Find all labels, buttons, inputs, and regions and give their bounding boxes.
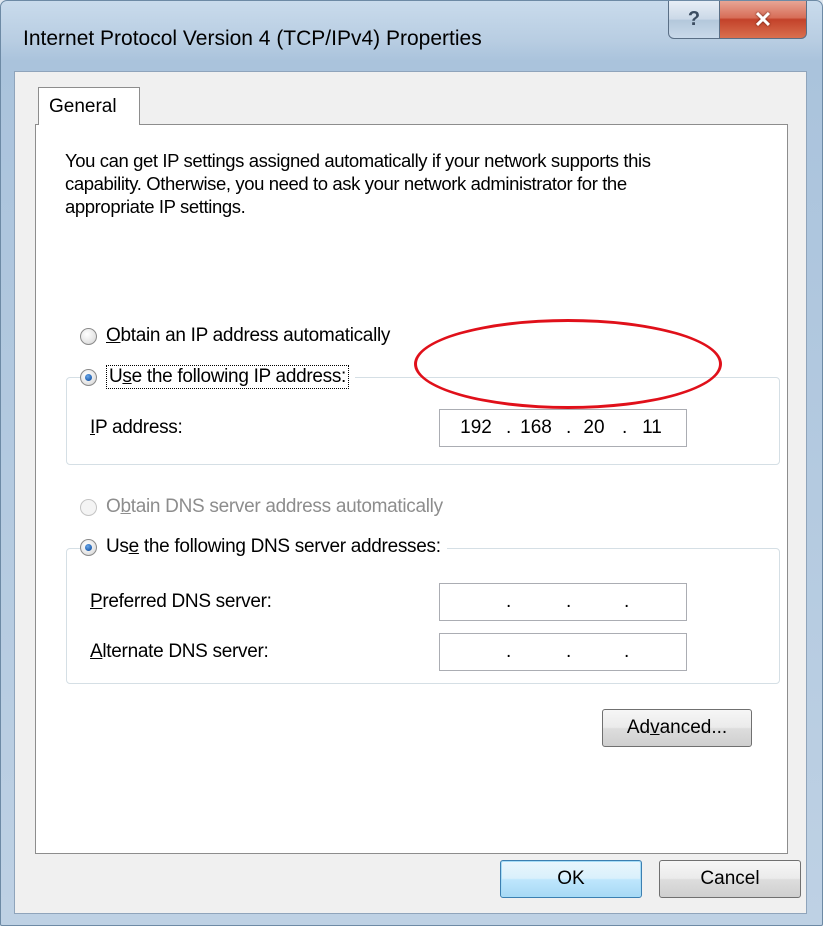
preferred-dns-field[interactable]: . . . xyxy=(439,583,687,621)
ip-octet-1[interactable]: 192 xyxy=(452,417,500,439)
advanced-button[interactable]: Ad v anced... xyxy=(602,709,752,747)
ip-address-field[interactable]: 192 . 168 . 20 . 11 xyxy=(439,409,687,447)
general-tab-panel: You can get IP settings assigned automat… xyxy=(35,124,788,854)
ip-dot: . xyxy=(506,417,512,438)
obtain-dns-auto-label: Obtain DNS server address automatically xyxy=(106,496,443,517)
radio-checked-icon xyxy=(80,538,97,556)
dialog-window: Internet Protocol Version 4 (TCP/IPv4) P… xyxy=(0,0,823,926)
radio-checked-icon xyxy=(80,368,97,386)
ip-dot: . xyxy=(506,641,512,662)
use-following-ip-radio[interactable]: Use the following IP address: xyxy=(80,365,356,389)
radio-unchecked-icon xyxy=(80,327,97,345)
ok-button[interactable]: OK xyxy=(500,860,642,898)
ip-dot: . xyxy=(624,641,630,662)
title-bar[interactable]: Internet Protocol Version 4 (TCP/IPv4) P… xyxy=(1,1,822,71)
ip-octet-3[interactable]: 20 xyxy=(574,417,614,439)
close-button[interactable]: ✕ xyxy=(719,1,807,39)
ip-dot: . xyxy=(506,591,512,612)
use-following-dns-label: Use the following DNS server addresses: xyxy=(106,536,441,557)
obtain-ip-auto-radio[interactable]: Obtain an IP address automatically xyxy=(80,325,397,347)
help-button[interactable]: ? xyxy=(668,1,720,39)
use-following-dns-radio[interactable]: Use the following DNS server addresses: xyxy=(80,536,447,558)
radio-disabled-icon xyxy=(80,498,97,516)
cancel-button[interactable]: Cancel xyxy=(659,860,801,898)
preferred-dns-label: Preferred DNS server: xyxy=(90,591,272,612)
ip-dot: . xyxy=(566,641,572,662)
obtain-dns-auto-radio: Obtain DNS server address automatically xyxy=(80,496,449,518)
description-text: You can get IP settings assigned automat… xyxy=(65,150,651,217)
ip-dot: . xyxy=(566,417,572,438)
use-following-ip-label: Use the following IP address: xyxy=(106,365,350,389)
ip-address-label: IP address: xyxy=(90,417,183,438)
ip-dot: . xyxy=(624,591,630,612)
help-icon: ? xyxy=(687,8,701,30)
window-title: Internet Protocol Version 4 (TCP/IPv4) P… xyxy=(23,27,482,50)
close-icon: ✕ xyxy=(753,6,773,32)
alternate-dns-field[interactable]: . . . xyxy=(439,633,687,671)
tab-general[interactable]: General xyxy=(38,87,140,125)
obtain-ip-auto-label: Obtain an IP address automatically xyxy=(106,325,391,346)
ip-octet-4[interactable]: 11 xyxy=(632,417,672,439)
ip-dot: . xyxy=(622,417,628,438)
dialog-client-area: General You can get IP settings assigned… xyxy=(14,71,807,914)
ip-dot: . xyxy=(566,591,572,612)
ip-octet-2[interactable]: 168 xyxy=(512,417,560,439)
alternate-dns-label: Alternate DNS server: xyxy=(90,641,269,662)
